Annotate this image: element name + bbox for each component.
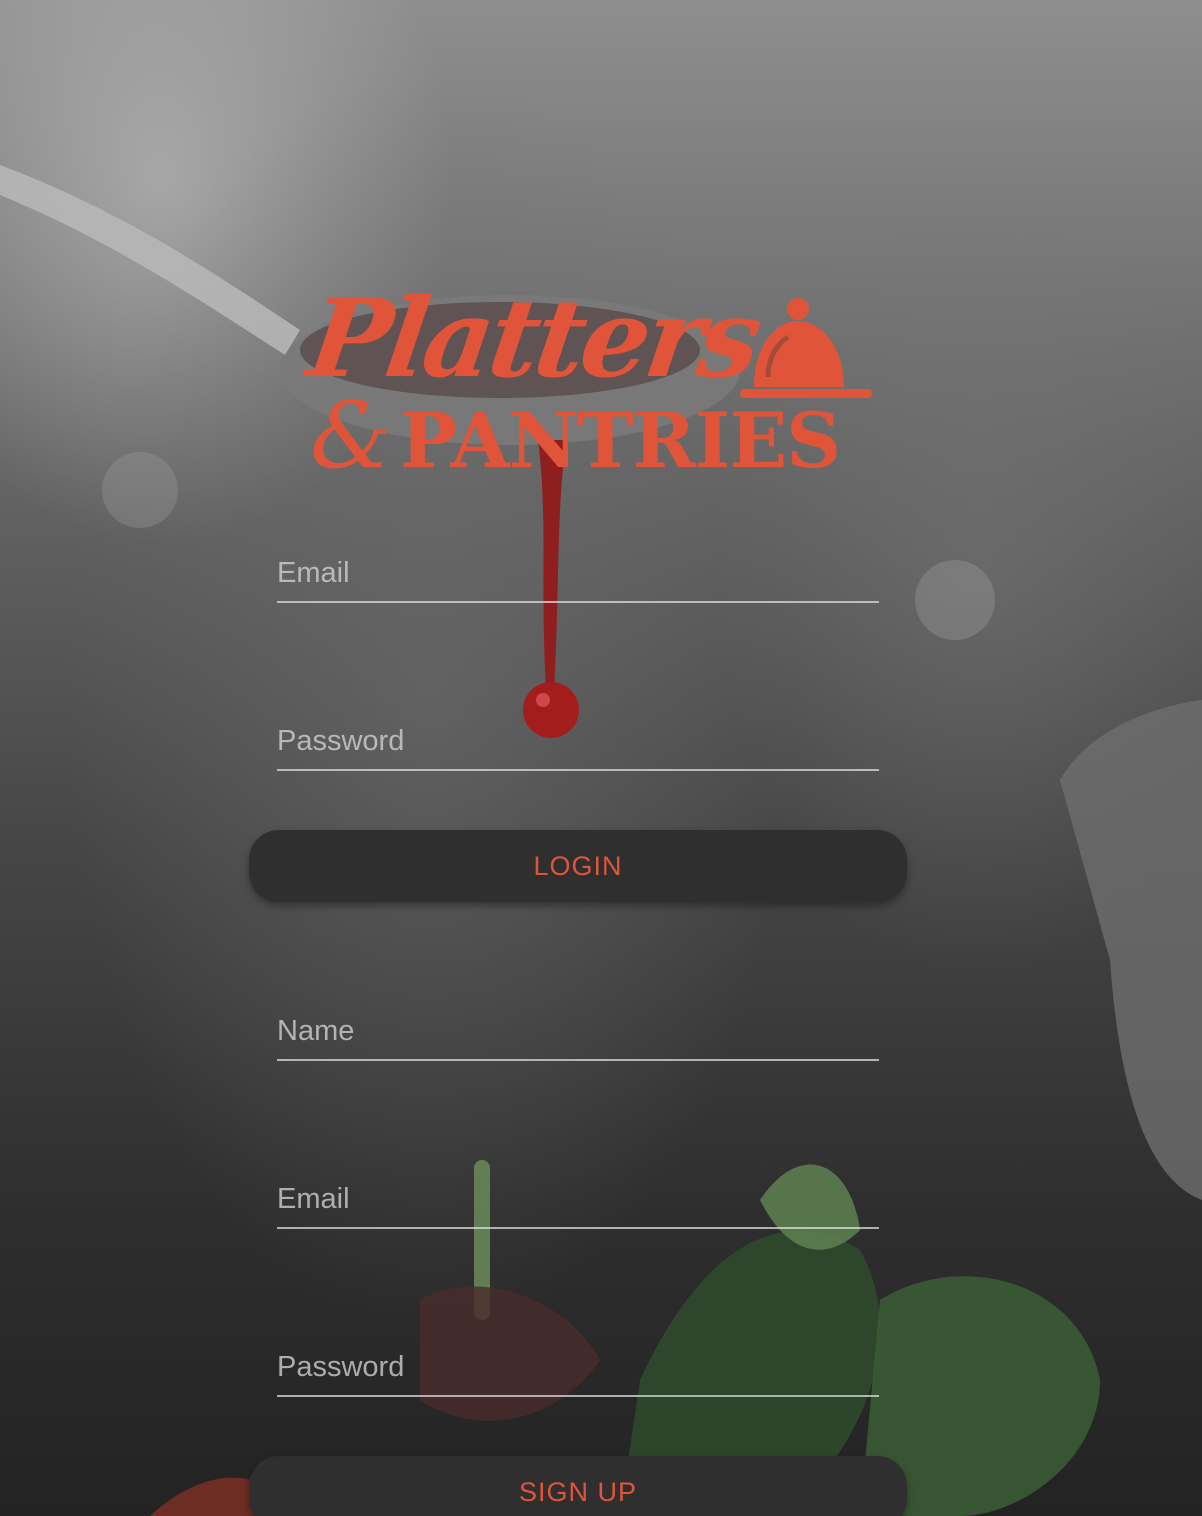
signup-name-input[interactable] [277,1003,879,1059]
brand-logo: Platters & PANTRIES [270,276,890,495]
login-email-input[interactable] [277,545,879,601]
signup-password-field[interactable] [277,1339,879,1397]
cloche-icon [740,298,872,398]
signup-email-field[interactable] [277,1171,879,1229]
logo-ampersand: & [310,382,392,489]
signup-email-input[interactable] [277,1171,879,1227]
login-password-field[interactable] [277,713,879,771]
login-password-input[interactable] [277,713,879,769]
login-email-field[interactable] [277,545,879,603]
logo-script-text: Platters [301,276,766,402]
login-button[interactable]: LOGIN [249,830,907,902]
login-signup-screen: Platters & PANTRIES LOGIN SIGN UP [0,0,1202,1516]
logo-block-text: PANTRIES [400,396,841,485]
signup-password-input[interactable] [277,1339,879,1395]
signup-name-field[interactable] [277,1003,879,1061]
signup-button[interactable]: SIGN UP [249,1456,907,1516]
